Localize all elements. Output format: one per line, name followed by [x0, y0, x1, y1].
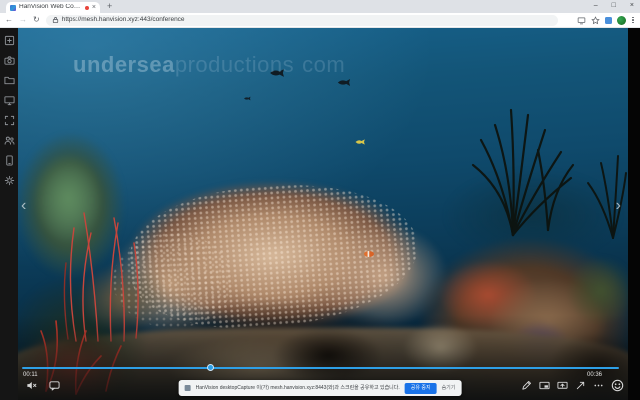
player-controls-right	[521, 379, 624, 392]
forward-button[interactable]: →	[19, 16, 27, 24]
video-frame[interactable]: underseaproductions com ‹ › 00:11 00:36	[18, 28, 628, 400]
new-tab-button[interactable]: +	[107, 2, 112, 11]
mobile-device-icon[interactable]	[4, 155, 15, 166]
browser-menu-button[interactable]	[631, 16, 635, 24]
chat-icon[interactable]	[49, 380, 60, 391]
tool-sidebar	[0, 28, 18, 400]
toolbar-actions	[577, 15, 635, 25]
bookmark-star-icon[interactable]	[591, 15, 600, 25]
capture-indicator-icon[interactable]	[577, 16, 586, 25]
present-screen-icon[interactable]	[557, 380, 568, 391]
video-watermark: underseaproductions com	[73, 52, 345, 78]
tab-strip: HanVision Web Conference × + – □ ×	[0, 0, 640, 13]
refresh-button[interactable]: ↻	[33, 16, 40, 24]
total-time: 00:36	[586, 372, 602, 378]
watermark-light: productions	[174, 52, 295, 77]
browser-toolbar: ← → ↻ https://mesh.hanvision.xyz:443/con…	[0, 13, 640, 28]
tab-close-button[interactable]: ×	[92, 4, 96, 11]
clownfish	[364, 251, 374, 257]
profile-avatar[interactable]	[617, 15, 626, 25]
share-notification-bar: HanVision desktopCapture 이(가) mesh.hanvi…	[178, 380, 462, 396]
extension-icon[interactable]	[605, 16, 612, 24]
tab-title: HanVision Web Conference	[19, 4, 82, 11]
more-dots-icon[interactable]	[593, 380, 604, 391]
fish-silhouette-2	[337, 79, 351, 86]
feather-star-far-right	[587, 155, 627, 239]
watermark-bold: undersea	[73, 52, 175, 77]
next-video-button[interactable]: ›	[616, 198, 621, 214]
feather-star-right	[471, 108, 575, 237]
hide-notification-button[interactable]: 숨기기	[442, 385, 456, 391]
yellow-fish	[355, 139, 365, 145]
browser-tab[interactable]: HanVision Web Conference ×	[6, 2, 100, 13]
share-notification-message: HanVision desktopCapture 이(가) mesh.hanvi…	[195, 384, 400, 391]
fullscreen-icon[interactable]	[4, 115, 15, 126]
add-capture-icon[interactable]	[4, 35, 15, 46]
prev-video-button[interactable]: ‹	[21, 198, 26, 214]
back-button[interactable]: ←	[5, 16, 13, 24]
notification-favicon-icon	[184, 385, 191, 391]
participants-icon[interactable]	[4, 135, 15, 146]
camera-icon[interactable]	[3, 55, 15, 66]
stop-sharing-button[interactable]: 공유 중지	[404, 382, 437, 394]
draw-pencil-icon[interactable]	[521, 380, 532, 391]
screen-share-icon[interactable]	[3, 95, 15, 106]
window-controls: – □ ×	[594, 2, 634, 9]
seek-handle[interactable]	[207, 364, 215, 371]
window-minimize-button[interactable]: –	[594, 2, 598, 9]
conference-page: underseaproductions com ‹ › 00:11 00:36	[0, 28, 640, 400]
expand-icon[interactable]	[575, 380, 586, 391]
url-text: https://mesh.hanvision.xyz:443/conferenc…	[61, 15, 185, 23]
seek-bar[interactable]	[22, 364, 619, 371]
tab-favicon-icon	[10, 4, 16, 11]
watermark-suffix: com	[302, 52, 346, 77]
address-bar[interactable]: https://mesh.hanvision.xyz:443/conferenc…	[45, 14, 558, 26]
volume-muted-icon[interactable]	[26, 380, 37, 391]
window-close-button[interactable]: ×	[630, 2, 634, 9]
folder-icon[interactable]	[3, 75, 15, 86]
fish-silhouette-3	[244, 96, 251, 101]
picture-in-picture-icon[interactable]	[539, 380, 550, 391]
lock-icon	[52, 17, 58, 24]
window-maximize-button[interactable]: □	[612, 2, 616, 9]
settings-gear-icon[interactable]	[4, 175, 15, 186]
current-time: 00:11	[23, 372, 38, 378]
tab-recording-indicator-icon	[84, 5, 89, 10]
reactions-smiley-icon[interactable]	[611, 379, 624, 392]
player-controls-left	[26, 380, 60, 391]
